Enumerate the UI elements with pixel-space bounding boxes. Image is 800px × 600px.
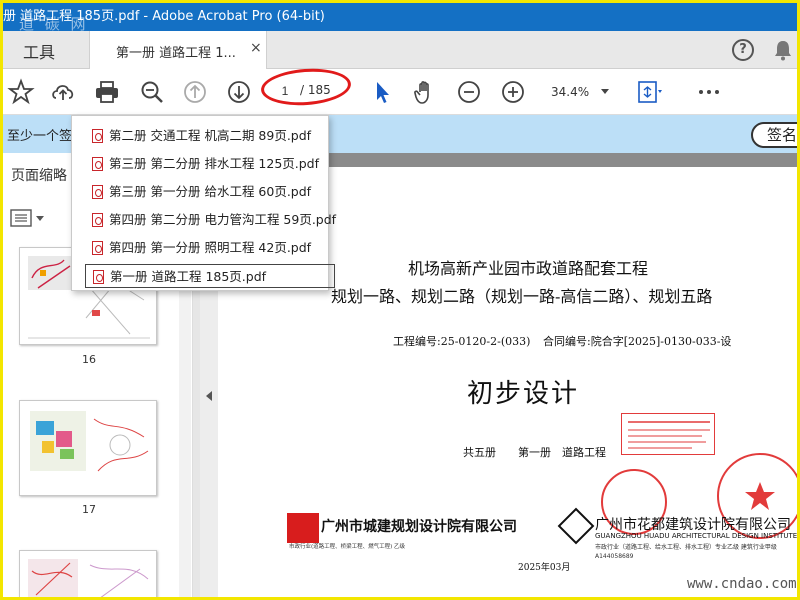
volume-info: 共五册 第一册 道路工程: [463, 446, 606, 459]
dropdown-item[interactable]: 第二册 交通工程 机高二期 89页.pdf: [85, 124, 327, 148]
zoom-in-icon[interactable]: [499, 78, 527, 106]
dropdown-item-label: 第二册 交通工程 机高二期 89页.pdf: [109, 128, 312, 143]
acrobat-window: 册 道路工程 185页.pdf - Adobe Acrobat Pro (64-…: [0, 0, 800, 600]
chevron-left-icon[interactable]: [206, 391, 212, 401]
dropdown-item[interactable]: 第四册 第一分册 照明工程 42页.pdf: [85, 236, 327, 260]
sign-button[interactable]: 签名: [751, 122, 797, 148]
pdf-file-icon: [92, 213, 103, 227]
company2-qualification: 市政行业（道路工程、给水工程、排水工程）专业乙级 建筑行业甲级 A1440586…: [595, 544, 777, 560]
tab-bar: 工具 第一册 道路工程 1... × ?: [3, 31, 797, 69]
dropdown-item-selected[interactable]: 第一册 道路工程 185页.pdf: [85, 264, 335, 288]
dropdown-item[interactable]: 第三册 第二分册 排水工程 125页.pdf: [85, 152, 327, 176]
company1-name: 广州市城建规划设计院有限公司: [321, 519, 517, 535]
sidebar-title: 页面缩略: [11, 168, 67, 184]
sidebar-collapse-bar[interactable]: [200, 243, 218, 597]
dropdown-item-label: 第三册 第一分册 给水工程 60页.pdf: [109, 184, 312, 199]
dropdown-item-label: 第三册 第二分册 排水工程 125页.pdf: [109, 156, 320, 171]
thumbnail-page-18[interactable]: [19, 550, 157, 597]
dropdown-item[interactable]: 第三册 第一分册 给水工程 60页.pdf: [85, 180, 327, 204]
company2-name: 广州市花都建筑设计院有限公司: [595, 517, 791, 533]
contract-number: 合同编号:院合字[2025]-0130-033-设: [543, 335, 732, 348]
qualification-stamp: [621, 413, 715, 455]
pdf-file-icon: [92, 185, 103, 199]
thumbnail-options-button[interactable]: [9, 207, 47, 229]
tab-close-button[interactable]: ×: [250, 40, 262, 56]
print-icon[interactable]: [93, 78, 121, 106]
tab-document[interactable]: 第一册 道路工程 1... ×: [89, 31, 267, 69]
help-icon[interactable]: ?: [732, 39, 754, 61]
pdf-file-icon: [92, 241, 103, 255]
tab-tools[interactable]: 工具: [23, 39, 55, 63]
sidebar-scrollbar[interactable]: [179, 243, 191, 597]
pdf-file-icon: [92, 129, 103, 143]
bell-icon[interactable]: [773, 39, 793, 61]
hand-icon[interactable]: [411, 78, 439, 106]
thumbnail-map-image: [28, 559, 149, 597]
thumbnail-map-image: [30, 411, 149, 472]
title-bar: 册 道路工程 185页.pdf - Adobe Acrobat Pro (64-…: [3, 3, 797, 31]
stamp-lines: [628, 421, 710, 449]
page-down-icon[interactable]: [225, 78, 253, 106]
upload-icon[interactable]: [49, 78, 77, 106]
pdf-file-icon: [93, 270, 104, 284]
fit-page-icon[interactable]: [635, 78, 663, 106]
toolbar: [3, 69, 797, 115]
dropdown-item-label: 第一册 道路工程 185页.pdf: [110, 269, 267, 284]
thumbnail-page-number: 17: [82, 503, 96, 516]
company1-qualification: 市政行业(道路工程、桥梁工程、燃气工程) 乙级: [289, 544, 406, 550]
thumbnail-page-number: 16: [82, 353, 96, 366]
dropdown-item-label: 第四册 第二分册 电力管沟工程 59页.pdf: [109, 212, 337, 227]
site-watermark: www.cndao.com: [687, 576, 797, 592]
tab-document-label: 第一册 道路工程 1...: [116, 46, 236, 61]
dropdown-item[interactable]: 第四册 第二分册 电力管沟工程 59页.pdf: [85, 208, 336, 232]
pdf-file-icon: [92, 157, 103, 171]
document-date: 2025年03月: [518, 563, 571, 573]
dropdown-item-label: 第四册 第一分册 照明工程 42页.pdf: [109, 240, 312, 255]
more-icon[interactable]: [695, 78, 723, 106]
document-title-line2: 规划一路、规划二路（规划一路-高信二路）、规划五路: [331, 287, 713, 306]
design-stage-title: 初步设计: [467, 379, 580, 409]
select-cursor-icon[interactable]: [368, 78, 396, 106]
zoom-search-icon[interactable]: [138, 78, 166, 106]
banner-text: 至少一个签: [7, 129, 73, 144]
star-icon[interactable]: [7, 78, 35, 106]
document-title-line1: 机场高新产业园市政道路配套工程: [408, 259, 649, 278]
page-up-icon[interactable]: [181, 78, 209, 106]
company2-english-name: GUANGZHOU HUADU ARCHITECTURAL DESIGN INS…: [595, 532, 798, 540]
project-number: 工程编号:25-0120-2-(033): [393, 335, 531, 348]
thumbnail-page-17[interactable]: [19, 400, 157, 496]
chevron-down-icon[interactable]: [601, 89, 609, 94]
company1-logo: [287, 513, 319, 543]
zoom-out-icon[interactable]: [455, 78, 483, 106]
